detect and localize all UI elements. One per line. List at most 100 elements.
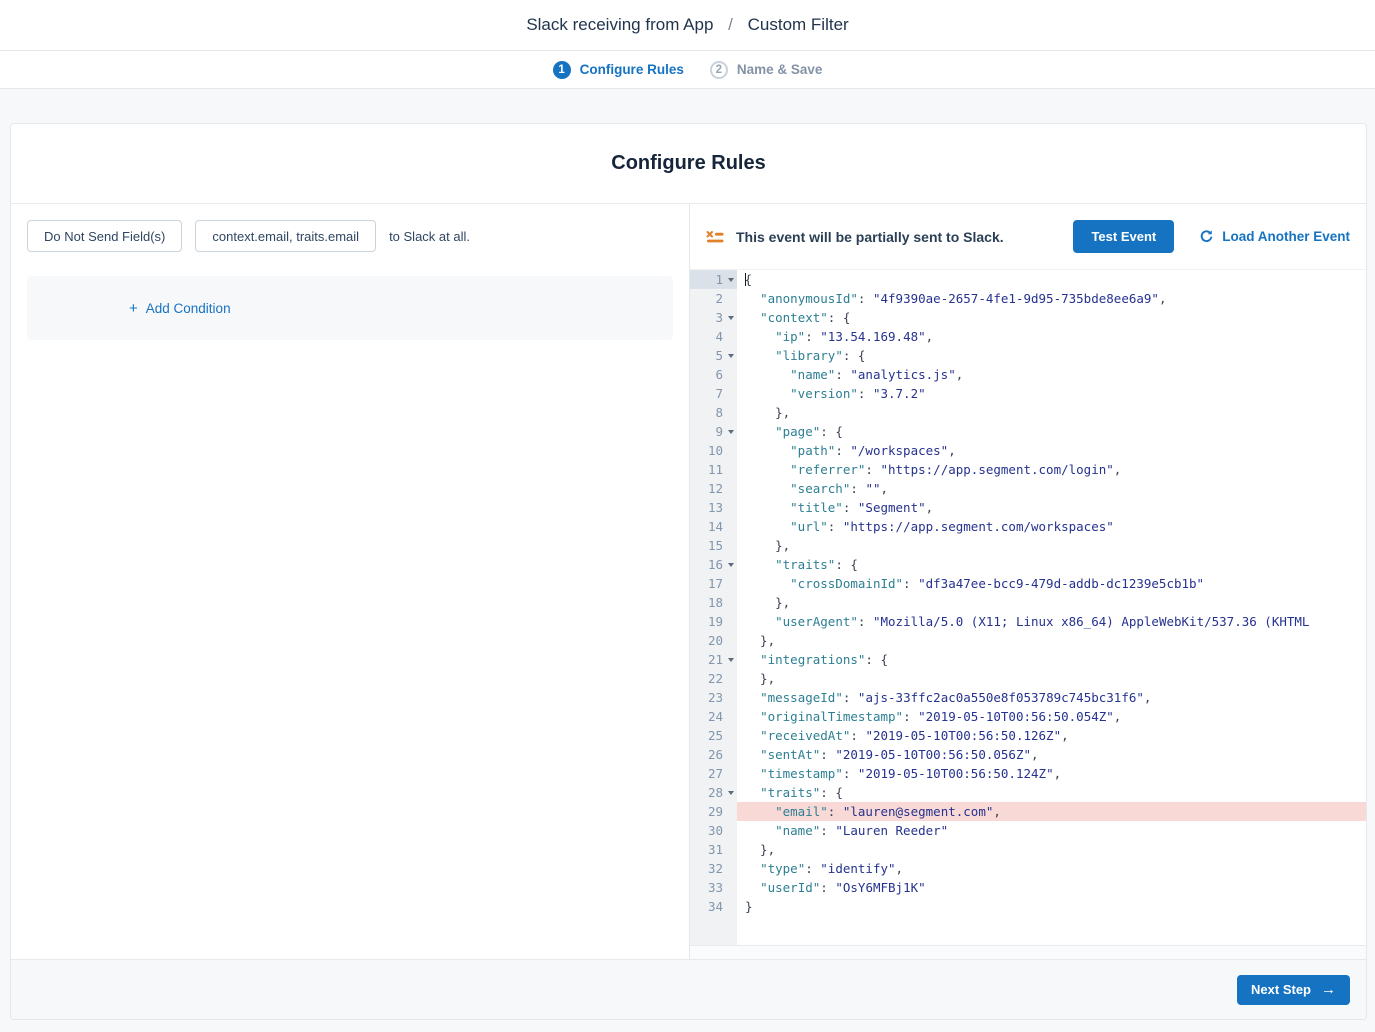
code-line[interactable]: "path": "/workspaces",	[737, 441, 1366, 460]
gutter-line: 9	[690, 422, 737, 441]
code-line[interactable]: },	[737, 536, 1366, 555]
code-line[interactable]: }	[737, 897, 1366, 916]
gutter-line: 6	[690, 365, 737, 384]
code-line[interactable]: },	[737, 669, 1366, 688]
gutter-line: 22	[690, 669, 737, 688]
breadcrumb-destination[interactable]: Slack receiving from App	[526, 15, 713, 34]
gutter-line: 15	[690, 536, 737, 555]
add-condition-button[interactable]: + Add Condition	[27, 276, 673, 340]
gutter-line: 25	[690, 726, 737, 745]
gutter-line: 34	[690, 897, 737, 916]
editor-gutter: 1234567891011121314151617181920212223242…	[690, 270, 737, 945]
code-line[interactable]: "sentAt": "2019-05-10T00:56:50.056Z",	[737, 745, 1366, 764]
code-line[interactable]: "receivedAt": "2019-05-10T00:56:50.126Z"…	[737, 726, 1366, 745]
code-line-highlighted[interactable]: "email": "lauren@segment.com",	[737, 802, 1366, 821]
next-step-label: Next Step	[1251, 982, 1311, 997]
step-1-label: Configure Rules	[580, 62, 684, 77]
card-title-row: Configure Rules	[11, 124, 1366, 204]
load-another-event-link[interactable]: Load Another Event	[1199, 229, 1350, 244]
event-preview-panel: This event will be partially sent to Sla…	[690, 204, 1366, 959]
fold-caret-icon[interactable]	[728, 658, 734, 662]
code-line[interactable]: "traits": {	[737, 783, 1366, 802]
code-line[interactable]: "url": "https://app.segment.com/workspac…	[737, 517, 1366, 536]
gutter-line: 13	[690, 498, 737, 517]
fold-caret-icon[interactable]	[728, 354, 734, 358]
page-title: Configure Rules	[611, 152, 765, 175]
test-event-button[interactable]: Test Event	[1073, 220, 1174, 253]
code-line[interactable]: "ip": "13.54.169.48",	[737, 327, 1366, 346]
code-line[interactable]: },	[737, 403, 1366, 422]
code-line[interactable]: "version": "3.7.2"	[737, 384, 1366, 403]
gutter-line: 20	[690, 631, 737, 650]
rule-suffix-text: to Slack at all.	[389, 229, 470, 244]
gutter-line: 32	[690, 859, 737, 878]
fold-caret-icon[interactable]	[728, 278, 734, 282]
step-1-circle: 1	[553, 61, 571, 79]
fold-caret-icon[interactable]	[728, 316, 734, 320]
breadcrumb-separator: /	[728, 15, 733, 34]
gutter-line: 26	[690, 745, 737, 764]
code-line[interactable]: "library": {	[737, 346, 1366, 365]
code-line[interactable]: "type": "identify",	[737, 859, 1366, 878]
gutter-line: 1	[690, 270, 737, 289]
code-line[interactable]: "page": {	[737, 422, 1366, 441]
code-line[interactable]: "referrer": "https://app.segment.com/log…	[737, 460, 1366, 479]
code-line[interactable]: "timestamp": "2019-05-10T00:56:50.124Z",	[737, 764, 1366, 783]
code-line[interactable]: "title": "Segment",	[737, 498, 1366, 517]
fold-caret-icon[interactable]	[728, 791, 734, 795]
gutter-line: 31	[690, 840, 737, 859]
json-event-editor[interactable]: 1234567891011121314151617181920212223242…	[690, 269, 1366, 945]
code-line[interactable]: "messageId": "ajs-33ffc2ac0a550e8f053789…	[737, 688, 1366, 707]
code-line[interactable]: "userAgent": "Mozilla/5.0 (X11; Linux x8…	[737, 612, 1366, 631]
gutter-line: 5	[690, 346, 737, 365]
code-line[interactable]: },	[737, 840, 1366, 859]
gutter-line: 19	[690, 612, 737, 631]
arrow-right-icon: →	[1321, 981, 1336, 998]
gutter-line: 18	[690, 593, 737, 612]
code-line[interactable]: "name": "Lauren Reeder"	[737, 821, 1366, 840]
editor-horizontal-scrollbar[interactable]	[690, 945, 1366, 959]
card-body: Do Not Send Field(s) context.email, trai…	[11, 204, 1366, 959]
gutter-line: 2	[690, 289, 737, 308]
code-line[interactable]: "anonymousId": "4f9390ae-2657-4fe1-9d95-…	[737, 289, 1366, 308]
fold-caret-icon[interactable]	[728, 563, 734, 567]
gutter-line: 28	[690, 783, 737, 802]
gutter-line: 30	[690, 821, 737, 840]
code-line[interactable]: "crossDomainId": "df3a47ee-bcc9-479d-add…	[737, 574, 1366, 593]
gutter-line: 27	[690, 764, 737, 783]
configure-rules-card: Configure Rules Do Not Send Field(s) con…	[10, 123, 1367, 1020]
gutter-line: 24	[690, 707, 737, 726]
gutter-line: 14	[690, 517, 737, 536]
fold-caret-icon[interactable]	[728, 430, 734, 434]
add-condition-label: Add Condition	[146, 301, 231, 316]
step-2-circle: 2	[710, 61, 728, 79]
code-line[interactable]: "originalTimestamp": "2019-05-10T00:56:5…	[737, 707, 1366, 726]
refresh-icon	[1199, 229, 1214, 244]
step-configure-rules[interactable]: 1 Configure Rules	[553, 61, 684, 79]
gutter-line: 8	[690, 403, 737, 422]
breadcrumb: Slack receiving from App / Custom Filter	[526, 15, 848, 35]
code-line[interactable]: "integrations": {	[737, 650, 1366, 669]
editor-code-area[interactable]: { "anonymousId": "4f9390ae-2657-4fe1-9d9…	[737, 270, 1366, 945]
code-line[interactable]: {	[737, 270, 1366, 289]
gutter-line: 12	[690, 479, 737, 498]
rule-action-select[interactable]: Do Not Send Field(s)	[27, 220, 182, 252]
code-line[interactable]: "traits": {	[737, 555, 1366, 574]
event-header: This event will be partially sent to Sla…	[690, 204, 1366, 269]
code-line[interactable]: "search": "",	[737, 479, 1366, 498]
gutter-line: 16	[690, 555, 737, 574]
gutter-line: 7	[690, 384, 737, 403]
top-header: Slack receiving from App / Custom Filter	[0, 0, 1375, 51]
code-line[interactable]: "userId": "OsY6MFBj1K"	[737, 878, 1366, 897]
code-line[interactable]: "name": "analytics.js",	[737, 365, 1366, 384]
next-step-button[interactable]: Next Step →	[1237, 975, 1350, 1005]
code-line[interactable]: },	[737, 593, 1366, 612]
gutter-line: 29	[690, 802, 737, 821]
code-line[interactable]: },	[737, 631, 1366, 650]
step-name-save[interactable]: 2 Name & Save	[710, 61, 823, 79]
rule-fields-select[interactable]: context.email, traits.email	[195, 220, 376, 252]
gutter-line: 17	[690, 574, 737, 593]
event-banner-text: This event will be partially sent to Sla…	[736, 229, 1004, 245]
rule-row: Do Not Send Field(s) context.email, trai…	[27, 220, 673, 252]
code-line[interactable]: "context": {	[737, 308, 1366, 327]
